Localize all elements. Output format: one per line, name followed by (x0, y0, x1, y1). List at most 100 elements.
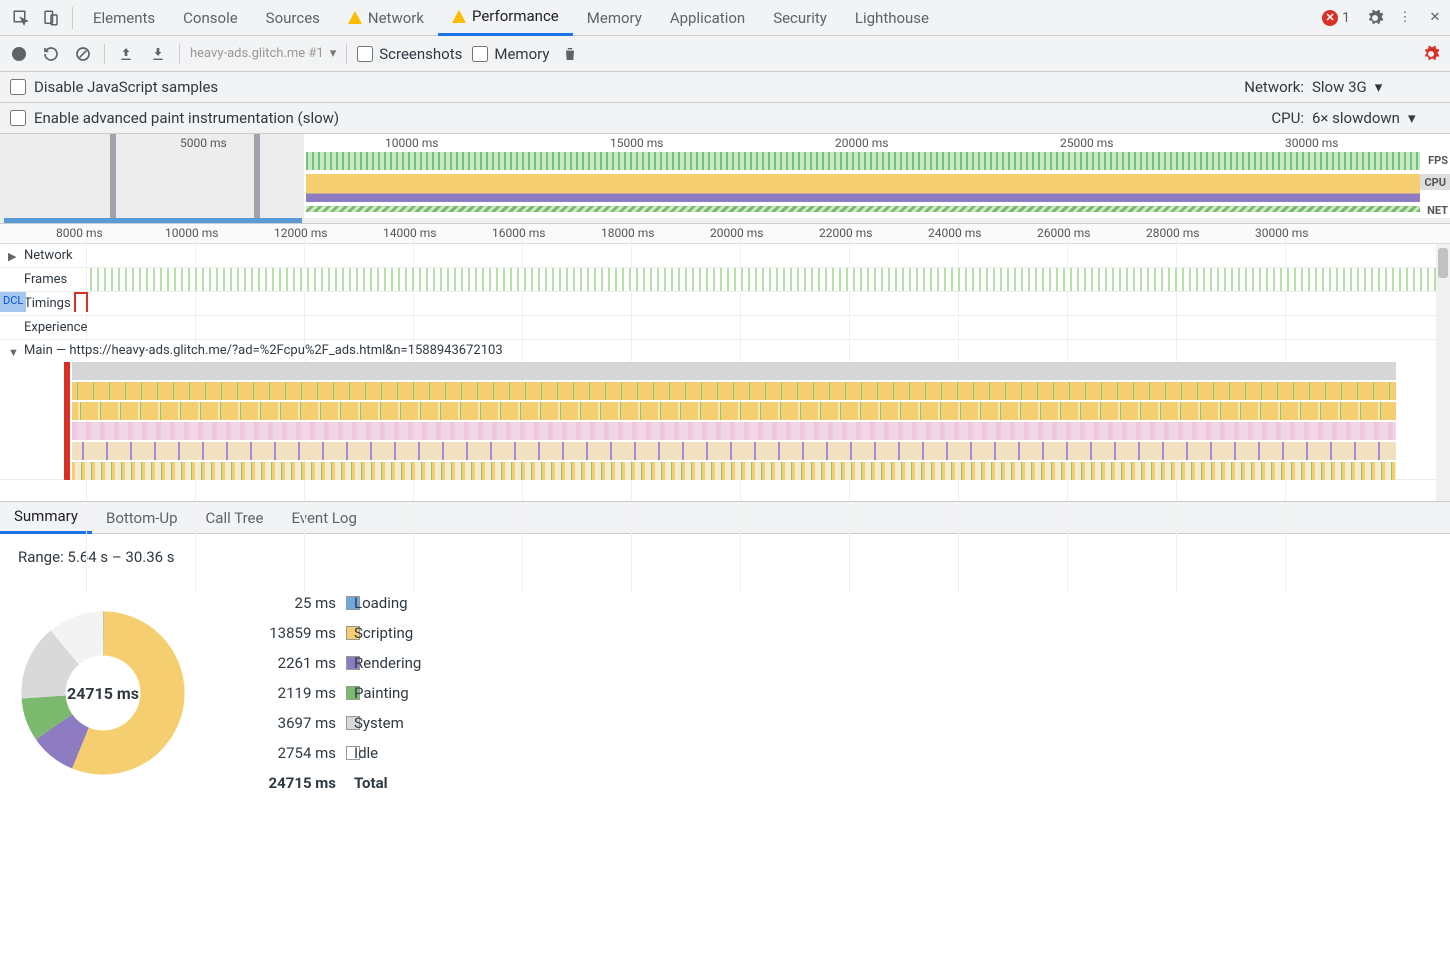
error-count-badge[interactable]: ✕ 1 (1322, 10, 1350, 26)
ruler-tick: 24000 ms (928, 226, 981, 240)
overview-cpu-band (306, 174, 1420, 202)
frames-band (90, 268, 1436, 291)
expand-icon[interactable]: ▶ (8, 250, 16, 263)
device-toggle-icon[interactable] (36, 3, 66, 33)
donut-center-label: 24715 ms (18, 608, 188, 778)
tab-lighthouse[interactable]: Lighthouse (841, 0, 943, 36)
ruler-tick: 10000 ms (165, 226, 218, 240)
ruler-tick: 14000 ms (383, 226, 436, 240)
main-flame-chart[interactable] (0, 362, 1436, 480)
timing-marker[interactable] (74, 292, 88, 312)
legend-name: Painting (354, 684, 514, 702)
collapse-icon[interactable]: ▼ (8, 346, 19, 359)
capture-settings-button[interactable] (1420, 43, 1442, 65)
timeline-ruler[interactable]: 8000 ms10000 ms12000 ms14000 ms16000 ms1… (0, 224, 1450, 244)
overview-handle-left[interactable] (110, 134, 116, 223)
screenshots-checkbox[interactable]: Screenshots (357, 45, 462, 63)
legend-name: Idle (354, 744, 514, 762)
tab-call-tree[interactable]: Call Tree (192, 502, 278, 534)
track-timings[interactable]: DCL Timings (0, 292, 1450, 316)
gc-button[interactable] (559, 43, 581, 65)
tab-console[interactable]: Console (169, 0, 252, 36)
warning-icon (348, 11, 362, 24)
tab-summary[interactable]: Summary (0, 502, 92, 534)
save-profile-button[interactable] (147, 43, 169, 65)
tab-bottom-up[interactable]: Bottom-Up (92, 502, 192, 534)
capture-options-row-2: Enable advanced paint instrumentation (s… (0, 103, 1450, 134)
ruler-tick: 20000 ms (710, 226, 763, 240)
legend-name: Rendering (354, 654, 514, 672)
ruler-tick: 28000 ms (1146, 226, 1199, 240)
ruler-tick: 30000 ms (1255, 226, 1308, 240)
dcl-marker[interactable]: DCL (0, 292, 26, 312)
legend-name: System (354, 714, 514, 732)
ruler-tick: 26000 ms (1037, 226, 1090, 240)
devtools-tabbar: Elements Console Sources Network Perform… (0, 0, 1450, 36)
tab-performance[interactable]: Performance (438, 0, 573, 36)
settings-icon[interactable] (1360, 3, 1390, 33)
donut-chart: 24715 ms (18, 608, 188, 778)
warning-icon (452, 10, 466, 23)
record-button[interactable] (8, 43, 30, 65)
overview-net-label: NET (1427, 204, 1448, 217)
overview-handle-right[interactable] (254, 134, 260, 223)
overview-cpu-label: CPU (1422, 176, 1448, 189)
more-icon[interactable]: ⋮ (1390, 3, 1420, 33)
divider (72, 7, 73, 29)
network-throttle-label: Network: (1244, 78, 1304, 96)
legend-value: 2754 ms (236, 744, 336, 762)
disable-js-samples-checkbox[interactable]: Disable JavaScript samples (0, 72, 228, 102)
track-main[interactable]: ▼ Main — https://heavy-ads.glitch.me/?ad… (0, 340, 1450, 480)
tab-memory[interactable]: Memory (573, 0, 656, 36)
tab-security[interactable]: Security (759, 0, 841, 36)
error-icon: ✕ (1322, 10, 1338, 26)
recording-selector[interactable]: heavy-ads.glitch.me #1 ▾ (190, 46, 336, 61)
overview-tick: 15000 ms (610, 136, 663, 150)
legend-name: Loading (354, 594, 514, 612)
ruler-tick: 8000 ms (56, 226, 103, 240)
cpu-throttle-select[interactable]: 6× slowdown ▾ (1312, 109, 1432, 127)
reload-record-button[interactable] (40, 43, 62, 65)
tab-elements[interactable]: Elements (79, 0, 169, 36)
tab-event-log[interactable]: Event Log (277, 502, 370, 534)
chevron-down-icon: ▾ (1375, 78, 1383, 96)
overview-tick: 10000 ms (385, 136, 438, 150)
ruler-tick: 16000 ms (492, 226, 545, 240)
memory-checkbox[interactable]: Memory (472, 45, 549, 63)
legend-total-value: 24715 ms (236, 774, 336, 792)
tab-application[interactable]: Application (656, 0, 759, 36)
overview-fps-band (306, 152, 1420, 170)
overview-pane[interactable]: 5000 ms10000 ms15000 ms20000 ms25000 ms3… (0, 134, 1450, 224)
capture-options-row-1: Disable JavaScript samples Network: Slow… (0, 72, 1450, 103)
overview-fps-label: FPS (1428, 154, 1448, 167)
enable-paint-instrumentation-checkbox[interactable]: Enable advanced paint instrumentation (s… (0, 103, 349, 133)
vertical-scrollbar[interactable] (1436, 244, 1450, 501)
track-experience[interactable]: Experience (0, 316, 1450, 340)
legend-value: 25 ms (236, 594, 336, 612)
legend-value: 2261 ms (236, 654, 336, 672)
network-throttle-select[interactable]: Slow 3G ▾ (1312, 78, 1432, 96)
summary-panel: Range: 5.64 s – 30.36 s 24715 ms 25 ms Lo… (0, 534, 1450, 806)
chevron-down-icon: ▾ (1408, 109, 1416, 127)
tab-sources[interactable]: Sources (252, 0, 334, 36)
detail-tabs: Summary Bottom-Up Call Tree Event Log (0, 502, 1450, 534)
close-icon[interactable]: ✕ (1420, 3, 1450, 33)
overview-tick: 30000 ms (1285, 136, 1338, 150)
legend-total-label: Total (354, 774, 514, 792)
legend-value: 2119 ms (236, 684, 336, 702)
overview-net-band (306, 206, 1420, 212)
clear-button[interactable] (72, 43, 94, 65)
legend-name: Scripting (354, 624, 514, 642)
track-network[interactable]: ▶ Network (0, 244, 1450, 268)
cpu-throttle-label: CPU: (1271, 109, 1304, 127)
chevron-down-icon: ▾ (330, 46, 337, 61)
range-label: Range: 5.64 s – 30.36 s (18, 548, 1432, 566)
flame-chart-tracks[interactable]: ▶ Network Frames DCL Timings Experience … (0, 244, 1450, 502)
track-frames[interactable]: Frames (0, 268, 1450, 292)
load-profile-button[interactable] (115, 43, 137, 65)
overview-tick: 5000 ms (180, 136, 227, 150)
inspect-icon[interactable] (6, 3, 36, 33)
overview-tick: 20000 ms (835, 136, 888, 150)
tab-network[interactable]: Network (334, 0, 438, 36)
ruler-tick: 12000 ms (274, 226, 327, 240)
